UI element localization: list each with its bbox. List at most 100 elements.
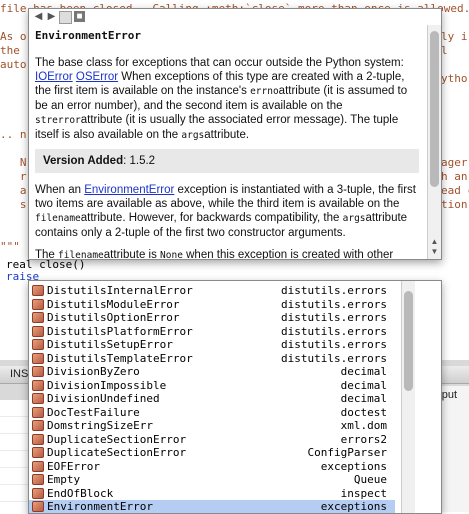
completion-item-name: EndOfBlock xyxy=(47,486,114,500)
tooltip-scroll-thumb[interactable] xyxy=(430,31,439,187)
window-icon[interactable] xyxy=(59,11,72,24)
completion-item-module: distutils.errors xyxy=(281,284,387,297)
class-icon xyxy=(32,487,44,499)
completion-item-module: exceptions xyxy=(320,459,387,473)
tooltip-title: EnvironmentError xyxy=(35,29,141,42)
completion-item-name: DivisionImpossible xyxy=(47,378,167,392)
text-span: when this exception is created with othe… xyxy=(182,249,394,260)
class-icon xyxy=(32,312,44,323)
class-icon xyxy=(32,285,44,296)
class-icon xyxy=(32,433,44,445)
text-span: The base class for exceptions that can o… xyxy=(35,57,404,69)
code-fragment: N xyxy=(0,156,27,169)
completion-item[interactable]: DuplicateSectionError errors2 xyxy=(29,433,395,446)
code-span: args xyxy=(181,130,205,141)
completion-item-module: decimal xyxy=(340,392,387,405)
completion-item[interactable]: DivisionByZero decimal xyxy=(29,365,395,378)
text-span: When an xyxy=(35,184,85,196)
code-span: filename xyxy=(58,250,104,260)
completion-item-module: xml.dom xyxy=(340,419,387,432)
completion-item-name: DomstringSizeErr xyxy=(47,419,153,432)
completion-item[interactable]: DistutilsSetupError distutils.errors xyxy=(29,338,395,351)
completion-item[interactable]: DistutilsInternalError distutils.errors xyxy=(29,284,395,297)
code-fragment: s xyxy=(0,198,27,211)
class-icon xyxy=(32,325,44,337)
class-icon xyxy=(32,352,44,364)
completion-item[interactable]: DomstringSizeErr xml.dom xyxy=(29,419,395,432)
completion-item-module: distutils.errors xyxy=(281,324,387,338)
completion-item-name: DivisionByZero xyxy=(47,365,140,378)
version-label: Version Added xyxy=(43,155,124,167)
forward-icon[interactable]: ▶ xyxy=(46,11,57,22)
code-fragment: tion xyxy=(441,198,468,211)
completion-item[interactable]: DivisionUndefined decimal xyxy=(29,392,395,405)
completion-item-module: ConfigParser xyxy=(307,446,387,459)
class-icon xyxy=(32,406,44,418)
code-span: errno xyxy=(250,86,279,97)
completion-item-module: distutils.errors xyxy=(281,311,387,324)
completion-item-name: DistutilsInternalError xyxy=(47,284,193,297)
completion-scroll-thumb[interactable] xyxy=(404,291,413,391)
oserror-link[interactable]: OSError xyxy=(76,71,118,83)
completion-item[interactable]: DistutilsModuleError distutils.errors xyxy=(29,298,395,311)
pin-icon[interactable]: ■ xyxy=(74,11,85,22)
code-fragment: auto xyxy=(0,58,27,71)
completion-item[interactable]: EOFError exceptions xyxy=(29,460,395,473)
completion-item[interactable]: DistutilsPlatformError distutils.errors xyxy=(29,325,395,338)
code-fragment: ager xyxy=(441,156,468,169)
code-fragment: As o xyxy=(0,30,27,43)
class-icon xyxy=(32,474,44,485)
completion-item-module: distutils.errors xyxy=(281,297,387,311)
tooltip-toolbar: ◀ ▶ ■ xyxy=(29,9,441,25)
completion-item-name: DuplicateSectionError xyxy=(47,446,187,459)
completion-item-name: DocTestFailure xyxy=(47,405,140,419)
completion-item-name: DistutilsPlatformError xyxy=(47,324,193,338)
code-fragment: ly i xyxy=(441,30,468,43)
text-span: The xyxy=(35,249,59,260)
completion-item[interactable]: EndOfBlock inspect xyxy=(29,487,395,500)
completion-item[interactable]: DocTestFailure doctest xyxy=(29,406,395,419)
completion-list[interactable]: DistutilsInternalError distutils.errors Di… xyxy=(28,280,442,514)
tooltip-content: EnvironmentError The base class for exce… xyxy=(35,29,419,260)
completion-item-name: DuplicateSectionError xyxy=(47,432,187,446)
completion-item[interactable]: DivisionImpossible decimal xyxy=(29,379,395,392)
code-fragment: r xyxy=(0,170,27,183)
code-fragment: .. n xyxy=(0,128,27,141)
code-span: filename xyxy=(35,213,81,224)
completion-item-module: exceptions xyxy=(320,500,387,513)
class-icon xyxy=(32,501,44,512)
completion-scrollbar[interactable] xyxy=(401,281,415,513)
class-icon xyxy=(32,393,44,404)
completion-item-module: decimal xyxy=(340,378,387,392)
back-icon[interactable]: ◀ xyxy=(33,11,44,22)
completion-item-name: Empty xyxy=(47,473,81,486)
completion-item-name: DistutilsSetupError xyxy=(47,338,173,351)
scroll-down-icon[interactable]: ▼ xyxy=(428,247,441,257)
doc-tooltip: ◀ ▶ ■ EnvironmentError The base class fo… xyxy=(28,8,442,260)
completion-item-name: DistutilsTemplateError xyxy=(47,351,193,365)
tooltip-paragraph-3: The filenameattribute is None when this … xyxy=(35,248,419,260)
completion-item-module: distutils.errors xyxy=(281,351,387,365)
ioerror-link[interactable]: IOError xyxy=(35,71,73,83)
class-icon xyxy=(32,460,44,472)
panel-tab-ins[interactable]: INS xyxy=(10,368,28,380)
completion-item-name: EnvironmentError xyxy=(47,500,153,513)
completion-item[interactable]: DistutilsOptionError distutils.errors xyxy=(29,311,395,324)
code-fragment: ead c xyxy=(441,184,469,197)
completion-item-module: inspect xyxy=(340,486,387,500)
completion-item-name: DivisionUndefined xyxy=(47,392,160,405)
completion-item[interactable]: EnvironmentError exceptions xyxy=(29,500,395,513)
scroll-up-icon[interactable]: ▲ xyxy=(428,237,441,247)
completion-item[interactable]: DuplicateSectionError ConfigParser xyxy=(29,446,395,459)
code-span: None xyxy=(160,250,183,260)
environmenterror-link[interactable]: EnvironmentError xyxy=(84,184,174,196)
code-span: strerror xyxy=(35,115,81,126)
class-icon xyxy=(32,447,44,458)
completion-item[interactable]: Empty Queue xyxy=(29,473,395,486)
completion-item-module: Queue xyxy=(353,473,387,486)
completion-item[interactable]: DistutilsTemplateError distutils.errors xyxy=(29,352,395,365)
code-span: args xyxy=(342,213,366,224)
completion-item-module: distutils.errors xyxy=(281,338,387,351)
completion-item-name: EOFError xyxy=(47,459,100,473)
tooltip-scrollbar[interactable]: ▲ ▼ xyxy=(427,25,441,259)
